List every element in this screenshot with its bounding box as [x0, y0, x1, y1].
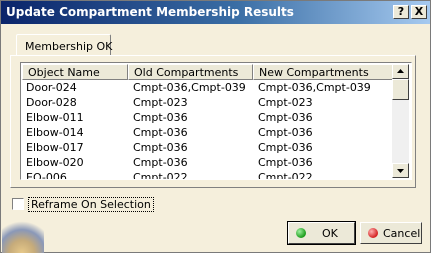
column-header-label: New Compartments [259, 66, 369, 79]
table-row[interactable]: Elbow-017 Cmpt-036 Cmpt-036 [22, 140, 393, 155]
column-header-new-compartments[interactable]: New Compartments [253, 64, 393, 80]
cell-object-name: EQ-006 [26, 171, 67, 180]
cell-object-name: Elbow-014 [26, 126, 84, 139]
cell-new-compartments: Cmpt-036 [258, 126, 313, 139]
scroll-thumb[interactable] [392, 79, 409, 100]
cell-old-compartments: Cmpt-036,Cmpt-039 [133, 81, 246, 94]
ok-button[interactable]: OK [287, 221, 356, 245]
cancel-button[interactable]: Cancel [360, 222, 422, 244]
cell-old-compartments: Cmpt-036 [133, 141, 188, 154]
help-button[interactable]: ? [393, 5, 409, 19]
cell-old-compartments: Cmpt-036 [133, 111, 188, 124]
arrow-up-icon [397, 69, 404, 73]
cell-new-compartments: Cmpt-036 [258, 156, 313, 169]
window-title: Update Compartment Membership Results [6, 5, 294, 19]
cell-old-compartments: Cmpt-022 [133, 171, 188, 180]
cell-new-compartments: Cmpt-023 [258, 96, 313, 109]
table-row[interactable]: Elbow-020 Cmpt-036 Cmpt-036 [22, 155, 393, 170]
cell-new-compartments: Cmpt-036,Cmpt-039 [258, 81, 371, 94]
column-header-label: Object Name [28, 66, 100, 79]
cell-object-name: Door-028 [26, 96, 77, 109]
cell-new-compartments: Cmpt-022 [258, 171, 313, 180]
column-header-label: Old Compartments [134, 66, 239, 79]
table-row[interactable]: EQ-006 Cmpt-022 Cmpt-022 [22, 170, 393, 180]
scroll-down-button[interactable] [392, 163, 409, 178]
dialog-window: Update Compartment Membership Results ? … [0, 0, 431, 253]
cell-object-name: Elbow-020 [26, 156, 84, 169]
cell-object-name: Elbow-011 [26, 111, 84, 124]
green-ok-icon [296, 228, 306, 238]
vertical-scrollbar[interactable] [392, 64, 409, 178]
results-list[interactable]: Object Name Old Compartments New Compart… [20, 62, 412, 180]
column-header-old-compartments[interactable]: Old Compartments [128, 64, 253, 80]
title-bar[interactable]: Update Compartment Membership Results ? … [1, 1, 430, 24]
table-row[interactable]: Elbow-014 Cmpt-036 Cmpt-036 [22, 125, 393, 140]
table-row[interactable]: Elbow-011 Cmpt-036 Cmpt-036 [22, 110, 393, 125]
scroll-up-button[interactable] [392, 64, 409, 79]
column-header-object-name[interactable]: Object Name [22, 64, 128, 80]
tab-label: Membership OK [25, 40, 113, 53]
cell-object-name: Door-024 [26, 81, 77, 94]
cell-old-compartments: Cmpt-036 [133, 126, 188, 139]
close-button[interactable]: X [411, 5, 427, 19]
tab-membership-ok[interactable]: Membership OK [16, 34, 113, 56]
cell-old-compartments: Cmpt-023 [133, 96, 188, 109]
logo-decoration [2, 217, 44, 253]
cell-new-compartments: Cmpt-036 [258, 111, 313, 124]
ok-button-label: OK [322, 227, 338, 240]
reframe-checkbox-label[interactable]: Reframe On Selection [28, 197, 154, 212]
cell-object-name: Elbow-017 [26, 141, 84, 154]
cancel-button-label: Cancel [383, 227, 421, 240]
table-row[interactable]: Door-028 Cmpt-023 Cmpt-023 [22, 95, 393, 110]
reframe-checkbox[interactable] [12, 198, 24, 210]
red-cancel-icon [368, 228, 378, 238]
cell-old-compartments: Cmpt-036 [133, 156, 188, 169]
table-row[interactable]: Door-024 Cmpt-036,Cmpt-039 Cmpt-036,Cmpt… [22, 80, 393, 95]
cell-new-compartments: Cmpt-036 [258, 141, 313, 154]
arrow-down-icon [397, 169, 404, 173]
